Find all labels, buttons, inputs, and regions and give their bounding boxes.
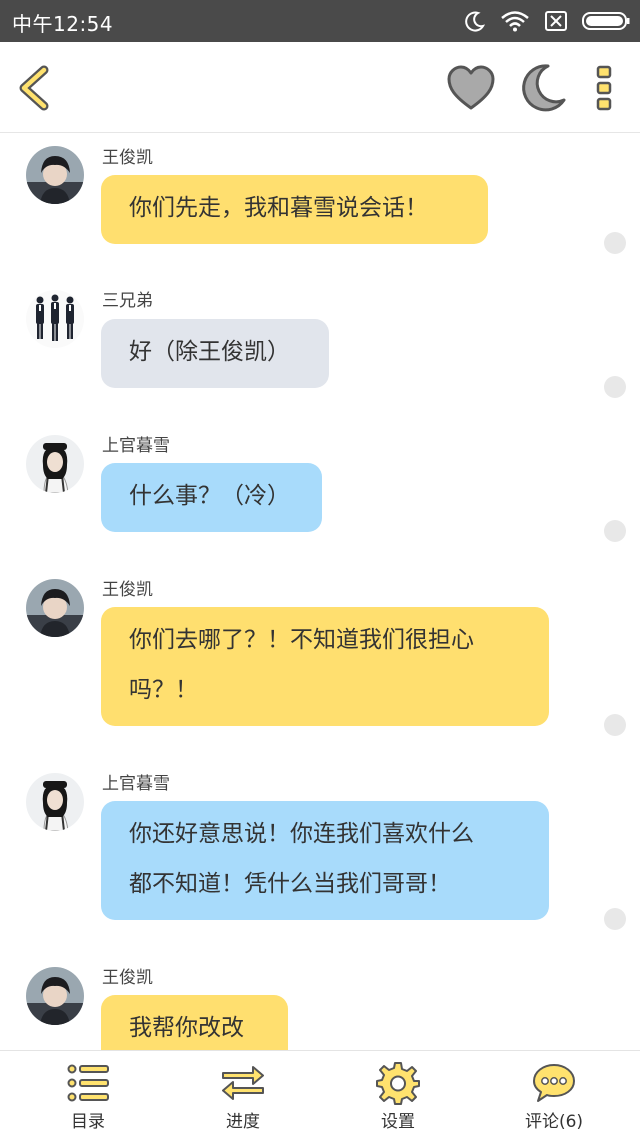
paragraph-comment-dot[interactable] bbox=[604, 908, 626, 930]
paragraph-comment-dot[interactable] bbox=[604, 232, 626, 254]
paragraph-comment-dot[interactable] bbox=[604, 376, 626, 398]
nav-settings[interactable]: 设置 bbox=[338, 1051, 458, 1139]
comment-bubble-icon bbox=[533, 1064, 575, 1102]
night-mode-button[interactable] bbox=[518, 62, 568, 114]
sender-name: 王俊凯 bbox=[102, 148, 153, 168]
message-text-line: 你还好意思说！你连我们喜欢什么 bbox=[129, 821, 474, 847]
bottom-nav: 目录 进度 设置 评论(6) bbox=[0, 1050, 640, 1139]
nav-label: 设置 bbox=[381, 1112, 415, 1132]
avatar[interactable] bbox=[26, 435, 84, 493]
chat-message: 上官暮雪 什么事？（冷） bbox=[0, 425, 640, 555]
avatar[interactable] bbox=[26, 579, 84, 637]
nav-label: 进度 bbox=[226, 1112, 260, 1132]
moon-icon bbox=[522, 64, 566, 112]
boy-portrait-avatar bbox=[26, 146, 84, 204]
gear-icon bbox=[376, 1062, 420, 1105]
message-text: 你们先走，我和暮雪说会话！ bbox=[129, 195, 428, 221]
status-time: 中午12:54 bbox=[12, 12, 114, 36]
boy-portrait-avatar bbox=[26, 579, 84, 637]
more-button[interactable] bbox=[590, 64, 618, 112]
chat-message: 王俊凯 我帮你改改 bbox=[0, 959, 640, 1050]
sender-name: 上官暮雪 bbox=[102, 436, 170, 456]
message-bubble[interactable]: 好（除王俊凯） bbox=[101, 319, 329, 388]
avatar[interactable] bbox=[26, 146, 84, 204]
list-icon bbox=[67, 1064, 109, 1102]
chat-message: 上官暮雪 你还好意思说！你连我们喜欢什么 都不知道！凭什么当我们哥哥！ bbox=[0, 765, 640, 945]
message-bubble[interactable]: 你还好意思说！你连我们喜欢什么 都不知道！凭什么当我们哥哥！ bbox=[101, 801, 549, 920]
chat-message: 王俊凯 你们去哪了？！不知道我们很担心 吗？！ bbox=[0, 570, 640, 750]
message-text-line: 你们去哪了？！不知道我们很担心 bbox=[129, 627, 474, 653]
paragraph-comment-dot[interactable] bbox=[604, 714, 626, 736]
status-icons bbox=[464, 9, 630, 33]
chat-message: 王俊凯 你们先走，我和暮雪说会话！ bbox=[0, 133, 640, 263]
back-icon bbox=[19, 65, 49, 111]
message-bubble[interactable]: 你们去哪了？！不知道我们很担心 吗？！ bbox=[101, 607, 549, 726]
message-bubble[interactable]: 我帮你改改 bbox=[101, 995, 288, 1050]
three-men-avatar bbox=[26, 290, 84, 348]
message-text: 好（除王俊凯） bbox=[129, 339, 290, 365]
girl-portrait-avatar bbox=[26, 435, 84, 493]
nav-comments[interactable]: 评论(6) bbox=[494, 1051, 614, 1139]
nav-progress[interactable]: 进度 bbox=[183, 1051, 303, 1139]
message-text-line: 吗？！ bbox=[129, 677, 198, 703]
wifi-icon bbox=[501, 11, 529, 32]
back-button[interactable] bbox=[14, 62, 58, 114]
message-bubble[interactable]: 你们先走，我和暮雪说会话！ bbox=[101, 175, 488, 244]
message-text: 我帮你改改 bbox=[129, 1015, 244, 1041]
chat-list[interactable]: 王俊凯 你们先走，我和暮雪说会话！ 三兄弟 好（除王俊凯） 上官暮雪 什么事？（… bbox=[0, 133, 640, 1050]
paragraph-comment-dot[interactable] bbox=[604, 520, 626, 542]
nav-catalog[interactable]: 目录 bbox=[28, 1051, 148, 1139]
avatar[interactable] bbox=[26, 290, 84, 348]
sender-name: 王俊凯 bbox=[102, 580, 153, 600]
battery-icon bbox=[582, 12, 630, 30]
message-text: 什么事？（冷） bbox=[129, 483, 290, 509]
swap-arrows-icon bbox=[222, 1066, 264, 1100]
girl-portrait-avatar bbox=[26, 773, 84, 831]
message-bubble[interactable]: 什么事？（冷） bbox=[101, 463, 322, 532]
favorite-button[interactable] bbox=[446, 64, 496, 112]
sender-name: 上官暮雪 bbox=[102, 774, 170, 794]
sender-name: 王俊凯 bbox=[102, 968, 153, 988]
sender-name: 三兄弟 bbox=[102, 291, 153, 311]
heart-icon bbox=[447, 65, 495, 110]
message-text-line: 都不知道！凭什么当我们哥哥！ bbox=[129, 871, 451, 897]
status-bar: 中午12:54 bbox=[0, 0, 640, 42]
boy-portrait-avatar bbox=[26, 967, 84, 1025]
no-sim-icon bbox=[545, 11, 567, 31]
nav-label: 目录 bbox=[71, 1112, 105, 1132]
moon-status-icon bbox=[465, 11, 486, 32]
avatar[interactable] bbox=[26, 967, 84, 1025]
avatar[interactable] bbox=[26, 773, 84, 831]
chat-message: 三兄弟 好（除王俊凯） bbox=[0, 280, 640, 410]
nav-label: 评论(6) bbox=[524, 1112, 584, 1132]
more-icon bbox=[596, 65, 612, 111]
top-bar bbox=[0, 42, 640, 133]
